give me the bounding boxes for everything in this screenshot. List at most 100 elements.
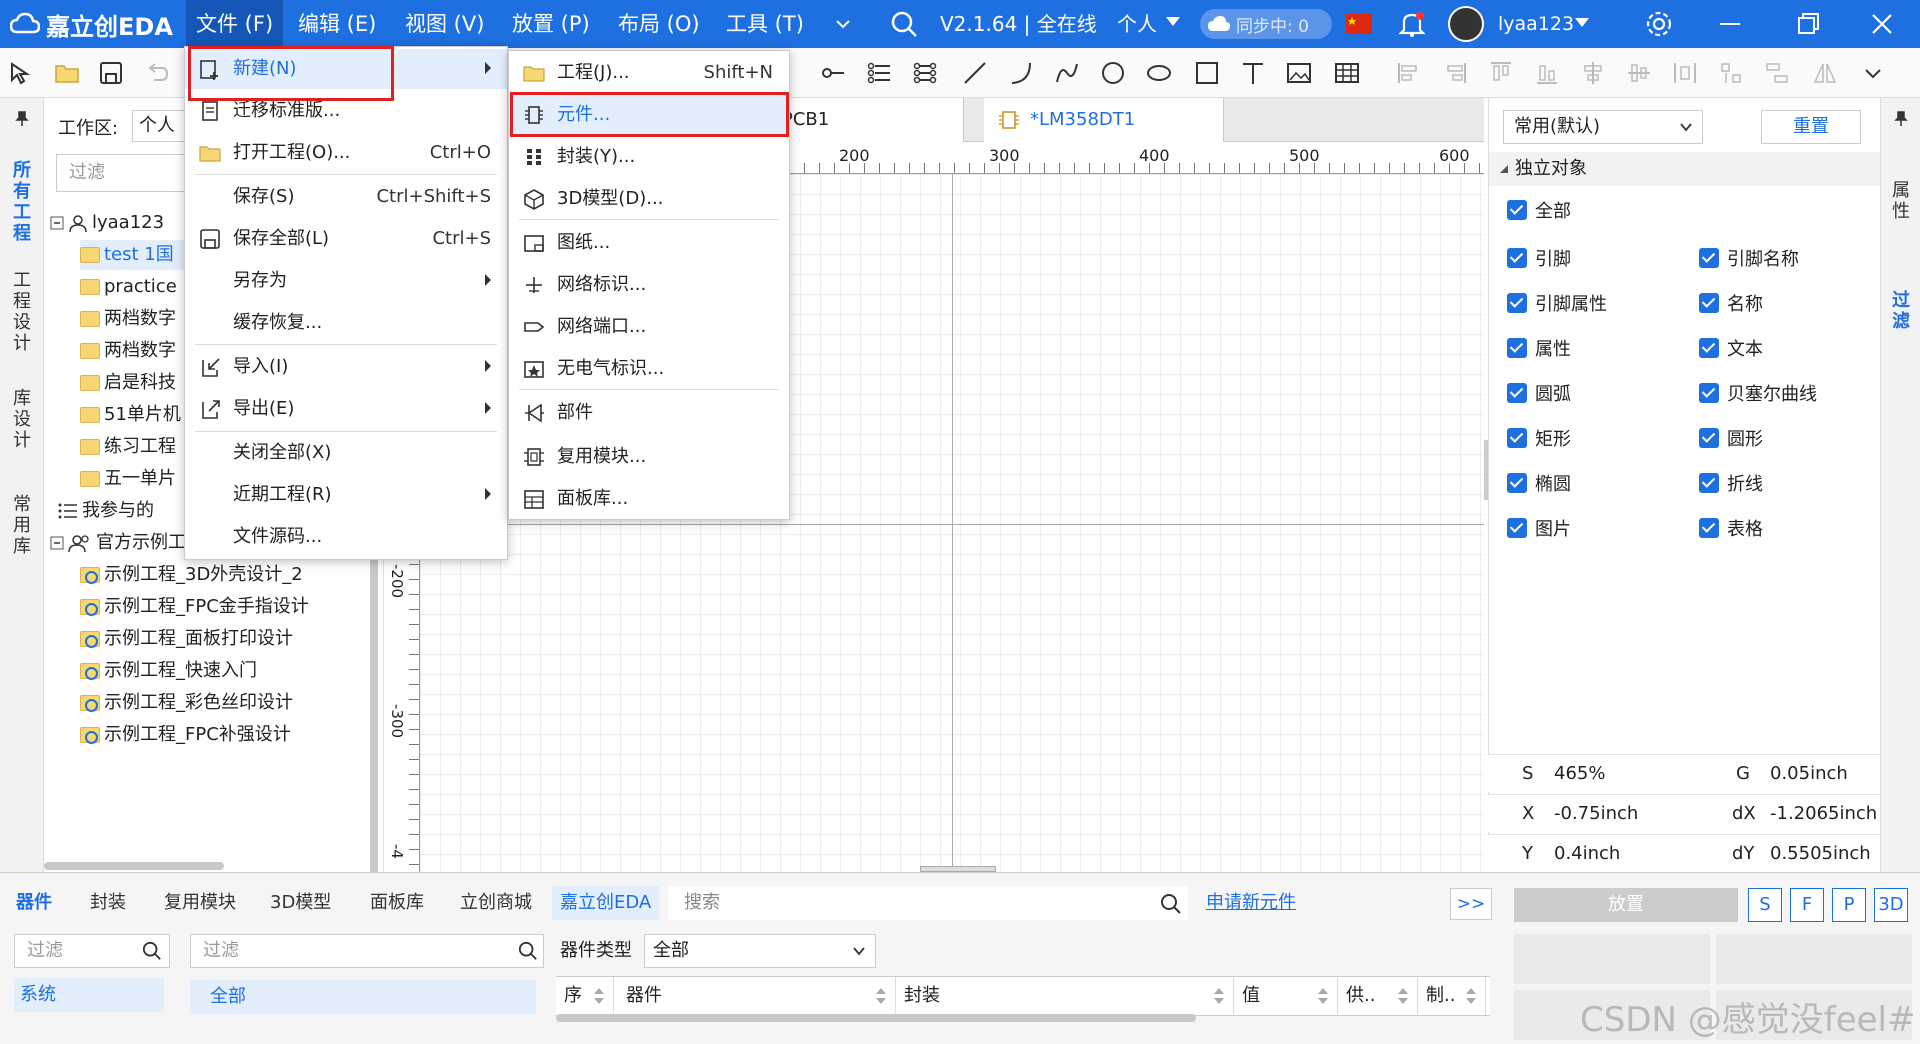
pcb-view-button[interactable]: P	[1832, 888, 1866, 922]
tree-example-item[interactable]: 示例工程_FPC补强设计	[80, 720, 291, 750]
align-top-icon[interactable]	[1488, 60, 1514, 86]
filter-checkbox[interactable]: 表格	[1699, 514, 1763, 542]
filter-checkbox[interactable]: 椭圆	[1507, 469, 1571, 497]
align-center-h-icon[interactable]	[1580, 60, 1606, 86]
tab-common-library[interactable]: 常用库	[10, 494, 34, 557]
menu-place[interactable]: 放置 (P)	[512, 0, 590, 48]
china-flag-icon[interactable]	[1346, 14, 1372, 34]
bell-icon[interactable]	[1398, 10, 1426, 38]
sort-icon[interactable]	[1465, 987, 1477, 1005]
align-center-v-icon[interactable]	[1626, 60, 1652, 86]
sort-icon[interactable]	[1213, 987, 1225, 1005]
tree-example-item[interactable]: 示例工程_FPC金手指设计	[80, 592, 309, 622]
image-tool-icon[interactable]	[1286, 60, 1312, 86]
tab-library-design[interactable]: 库设计	[10, 388, 34, 451]
save-icon[interactable]	[98, 60, 124, 86]
sort-icon[interactable]	[1317, 987, 1329, 1005]
library-tab[interactable]: 器件	[8, 886, 60, 920]
library-tab[interactable]: 立创商城	[452, 886, 540, 920]
filter-checkbox[interactable]: 文本	[1699, 334, 1763, 362]
filter-checkbox[interactable]: 图片	[1507, 514, 1571, 542]
tab-filter[interactable]: 过滤	[1889, 290, 1913, 332]
menu-item-migrate[interactable]: 迁移标准版...	[185, 91, 507, 131]
submenu-item-sheet[interactable]: 图纸...	[509, 223, 789, 263]
tree-official-root[interactable]: 官方示例工程	[50, 528, 204, 558]
rectangle-tool-icon[interactable]	[1194, 60, 1220, 86]
category-all[interactable]: 全部	[190, 980, 536, 1014]
filter-all-checkbox[interactable]: 全部	[1507, 196, 1571, 224]
menu-item-import[interactable]: 导入(I)	[185, 347, 507, 387]
undo-icon[interactable]	[144, 60, 170, 86]
tab-lm358dt1[interactable]: *LM358DT1	[984, 98, 1224, 142]
submenu-item-3d-model[interactable]: 3D模型(D)...	[509, 179, 789, 219]
tree-example-item[interactable]: 示例工程_3D外壳设计_2	[80, 560, 303, 590]
submenu-item-project[interactable]: 工程(J)... Shift+N	[509, 53, 789, 93]
tree-project-item[interactable]: test 1国	[80, 240, 200, 270]
tree-user-root[interactable]: lyaa123	[50, 208, 164, 238]
menu-edit[interactable]: 编辑 (E)	[298, 0, 376, 48]
ellipse-tool-icon[interactable]	[1146, 60, 1172, 86]
distribute-v-icon[interactable]	[1718, 60, 1744, 86]
library-tab[interactable]: 面板库	[362, 886, 432, 920]
tree-example-item[interactable]: 示例工程_快速入门	[80, 656, 257, 686]
filter-checkbox[interactable]: 引脚	[1507, 244, 1571, 272]
filter-checkbox[interactable]: 引脚属性	[1507, 289, 1607, 317]
menu-file[interactable]: 文件 (F)	[186, 0, 284, 48]
user-dropdown-icon[interactable]	[1575, 18, 1589, 28]
library-tab[interactable]: 3D模型	[262, 886, 339, 920]
tab-project-design[interactable]: 工程设计	[10, 270, 34, 354]
submenu-item-panel-library[interactable]: 面板库...	[509, 479, 789, 519]
tab-all-projects[interactable]: 所有工程	[10, 160, 34, 244]
tree-project-item[interactable]: 五一单片	[80, 464, 176, 494]
table-column-header[interactable]: 器件	[626, 977, 896, 1015]
search-icon[interactable]	[1160, 893, 1182, 915]
sort-icon[interactable]	[875, 987, 887, 1005]
menu-item-save[interactable]: 保存(S) Ctrl+Shift+S	[185, 177, 507, 217]
menu-item-export[interactable]: 导出(E)	[185, 389, 507, 429]
menu-layout[interactable]: 布局 (O)	[618, 0, 700, 48]
arrange-icon[interactable]	[1764, 60, 1790, 86]
select-cursor-icon[interactable]	[8, 60, 34, 86]
footprint-view-button[interactable]: F	[1790, 888, 1824, 922]
table-column-header[interactable]: 序	[564, 977, 614, 1015]
maximize-icon[interactable]	[1778, 0, 1838, 48]
sort-icon[interactable]	[593, 987, 605, 1005]
align-left-icon[interactable]	[1396, 60, 1422, 86]
table-column-header[interactable]: 供..	[1346, 977, 1418, 1015]
submenu-item-reuse-module[interactable]: 复用模块...	[509, 437, 789, 477]
apply-new-component-link[interactable]: 申请新元件	[1206, 886, 1296, 920]
filter-checkbox[interactable]: 名称	[1699, 289, 1763, 317]
menu-item-cache-restore[interactable]: 缓存恢复...	[185, 303, 507, 343]
tree-project-item[interactable]: practice	[80, 272, 177, 302]
filter-checkbox[interactable]: 矩形	[1507, 424, 1571, 452]
sort-icon[interactable]	[1397, 987, 1409, 1005]
distribute-h-icon[interactable]	[1672, 60, 1698, 86]
filter-preset-select[interactable]: 常用(默认)	[1503, 110, 1703, 144]
user-name[interactable]: lyaa123	[1498, 0, 1574, 48]
pin-tool-icon[interactable]	[820, 60, 846, 86]
close-icon[interactable]	[1852, 0, 1912, 48]
filter-checkbox[interactable]: 折线	[1699, 469, 1763, 497]
expand-panel-button[interactable]: >>	[1450, 888, 1492, 920]
tree-example-item[interactable]: 示例工程_面板打印设计	[80, 624, 293, 654]
table-tool-icon[interactable]	[1334, 60, 1360, 86]
submenu-item-part[interactable]: 部件	[509, 393, 789, 433]
submenu-item-net-label[interactable]: 网络标识...	[509, 265, 789, 305]
submenu-item-net-port[interactable]: 网络端口...	[509, 307, 789, 347]
library-tab[interactable]: 封装	[82, 886, 134, 920]
table-column-header[interactable]: 制..	[1426, 977, 1486, 1015]
toolbar-more-chevron-icon[interactable]	[1864, 64, 1882, 82]
text-tool-icon[interactable]	[1240, 60, 1266, 86]
circle-tool-icon[interactable]	[1100, 60, 1126, 86]
pin-icon[interactable]	[1892, 110, 1910, 128]
project-filter-input[interactable]: 过滤	[56, 154, 186, 192]
search-icon[interactable]	[518, 941, 538, 961]
menu-item-save-all[interactable]: 保存全部(L) Ctrl+S	[185, 219, 507, 259]
tab-pcb1[interactable]: PCB1	[774, 98, 964, 142]
library-tab[interactable]: 复用模块	[156, 886, 244, 920]
bezier-tool-icon[interactable]	[1054, 60, 1080, 86]
pin-double-array-icon[interactable]	[912, 60, 938, 86]
align-bottom-icon[interactable]	[1534, 60, 1560, 86]
tree-project-item[interactable]: 两档数字	[80, 304, 176, 334]
menu-item-save-as[interactable]: 另存为	[185, 261, 507, 301]
